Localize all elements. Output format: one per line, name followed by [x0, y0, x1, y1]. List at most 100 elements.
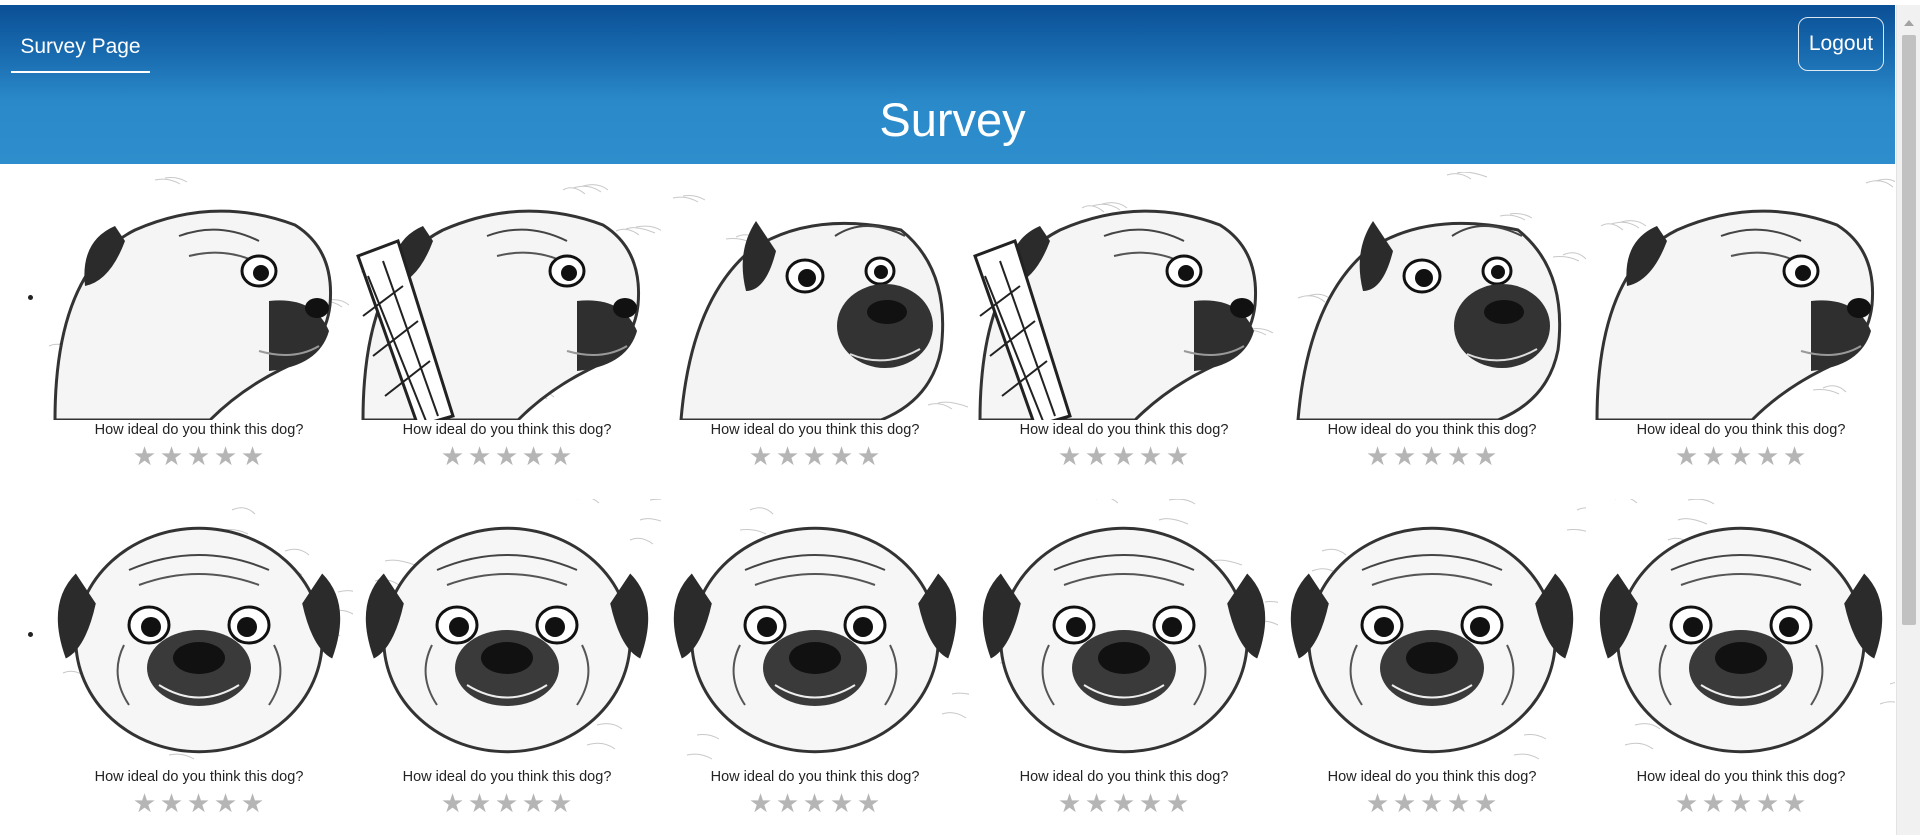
star-icon[interactable]: ★ [440, 790, 467, 816]
survey-question: How ideal do you think this dog? [1019, 422, 1229, 438]
star-icon[interactable]: ★ [1419, 790, 1446, 816]
dog-photo [353, 172, 661, 420]
star-icon[interactable]: ★ [856, 790, 883, 816]
star-icon[interactable]: ★ [1755, 443, 1782, 469]
star-icon[interactable]: ★ [829, 790, 856, 816]
star-icon[interactable]: ★ [1365, 443, 1392, 469]
star-icon[interactable]: ★ [1111, 790, 1138, 816]
star-icon[interactable]: ★ [494, 790, 521, 816]
survey-question: How ideal do you think this dog? [1636, 422, 1846, 438]
star-icon[interactable]: ★ [1084, 790, 1111, 816]
star-icon[interactable]: ★ [1419, 443, 1446, 469]
star-icon[interactable]: ★ [213, 790, 240, 816]
star-icon[interactable]: ★ [1084, 443, 1111, 469]
star-icon[interactable]: ★ [775, 790, 802, 816]
star-rating: ★ ★ ★ ★ ★ [353, 443, 661, 469]
star-icon[interactable]: ★ [1782, 443, 1809, 469]
star-icon[interactable]: ★ [159, 790, 186, 816]
star-icon[interactable]: ★ [1165, 790, 1192, 816]
survey-question: How ideal do you think this dog? [402, 769, 612, 785]
star-icon[interactable]: ★ [1111, 443, 1138, 469]
star-rating: ★ ★ ★ ★ ★ [1587, 443, 1895, 469]
star-icon[interactable]: ★ [1057, 790, 1084, 816]
star-icon[interactable]: ★ [548, 443, 575, 469]
star-icon[interactable]: ★ [1365, 790, 1392, 816]
star-icon[interactable]: ★ [1392, 443, 1419, 469]
star-rating: ★ ★ ★ ★ ★ [661, 443, 969, 469]
star-rating: ★ ★ ★ ★ ★ [45, 443, 353, 469]
star-rating: ★ ★ ★ ★ ★ [1587, 790, 1895, 816]
star-icon[interactable]: ★ [548, 790, 575, 816]
star-rating: ★ ★ ★ ★ ★ [661, 790, 969, 816]
star-rating: ★ ★ ★ ★ ★ [970, 790, 1278, 816]
star-icon[interactable]: ★ [1728, 443, 1755, 469]
vertical-scrollbar[interactable] [1896, 5, 1920, 835]
star-icon[interactable]: ★ [1674, 443, 1701, 469]
star-icon[interactable]: ★ [1392, 790, 1419, 816]
list-bullet [28, 295, 33, 300]
star-icon[interactable]: ★ [521, 790, 548, 816]
survey-question: How ideal do you think this dog? [1636, 769, 1846, 785]
dog-photo [970, 499, 1278, 765]
dog-photo [661, 172, 969, 420]
star-icon[interactable]: ★ [186, 790, 213, 816]
star-icon[interactable]: ★ [748, 790, 775, 816]
star-icon[interactable]: ★ [440, 443, 467, 469]
dog-photo [353, 499, 661, 765]
star-icon[interactable]: ★ [856, 443, 883, 469]
star-icon[interactable]: ★ [521, 443, 548, 469]
star-icon[interactable]: ★ [802, 790, 829, 816]
star-icon[interactable]: ★ [467, 790, 494, 816]
dog-photo [1278, 172, 1586, 420]
list-bullet [28, 632, 33, 637]
star-icon[interactable]: ★ [1701, 790, 1728, 816]
star-icon[interactable]: ★ [775, 443, 802, 469]
dog-photo [1587, 172, 1895, 420]
survey-question: How ideal do you think this dog? [710, 422, 920, 438]
star-rating: ★ ★ ★ ★ ★ [970, 443, 1278, 469]
star-icon[interactable]: ★ [1446, 443, 1473, 469]
survey-question: How ideal do you think this dog? [1327, 769, 1537, 785]
star-icon[interactable]: ★ [1138, 790, 1165, 816]
star-icon[interactable]: ★ [213, 443, 240, 469]
survey-question: How ideal do you think this dog? [1327, 422, 1537, 438]
star-icon[interactable]: ★ [1728, 790, 1755, 816]
survey-question: How ideal do you think this dog? [402, 422, 612, 438]
survey-question: How ideal do you think this dog? [1019, 769, 1229, 785]
star-icon[interactable]: ★ [1674, 790, 1701, 816]
star-rating: ★ ★ ★ ★ ★ [353, 790, 661, 816]
survey-question: How ideal do you think this dog? [94, 769, 304, 785]
star-icon[interactable]: ★ [1446, 790, 1473, 816]
star-icon[interactable]: ★ [1165, 443, 1192, 469]
star-icon[interactable]: ★ [467, 443, 494, 469]
star-icon[interactable]: ★ [1057, 443, 1084, 469]
star-icon[interactable]: ★ [1138, 443, 1165, 469]
star-icon[interactable]: ★ [240, 790, 267, 816]
dog-photo [1587, 499, 1895, 765]
survey-question: How ideal do you think this dog? [94, 422, 304, 438]
scrollbar-thumb[interactable] [1902, 35, 1916, 625]
star-icon[interactable]: ★ [186, 443, 213, 469]
star-icon[interactable]: ★ [802, 443, 829, 469]
star-icon[interactable]: ★ [1701, 443, 1728, 469]
star-icon[interactable]: ★ [240, 443, 267, 469]
star-icon[interactable]: ★ [494, 443, 521, 469]
dog-photo [45, 172, 353, 420]
star-rating: ★ ★ ★ ★ ★ [1278, 443, 1586, 469]
star-rating: ★ ★ ★ ★ ★ [1278, 790, 1586, 816]
star-icon[interactable]: ★ [1473, 443, 1500, 469]
star-icon[interactable]: ★ [159, 443, 186, 469]
dog-photo [661, 499, 969, 765]
star-icon[interactable]: ★ [1782, 790, 1809, 816]
dog-survey-grid: How ideal do you think this dog? ★ ★ ★ ★ ★ Ho… [0, 0, 1895, 835]
survey-question: How ideal do you think this dog? [710, 769, 920, 785]
star-icon[interactable]: ★ [829, 443, 856, 469]
star-icon[interactable]: ★ [1473, 790, 1500, 816]
star-icon[interactable]: ★ [132, 790, 159, 816]
dog-photo [45, 499, 353, 765]
star-icon[interactable]: ★ [132, 443, 159, 469]
star-icon[interactable]: ★ [748, 443, 775, 469]
dog-photo [970, 172, 1278, 420]
scroll-up-arrow-icon[interactable] [1904, 20, 1914, 26]
star-icon[interactable]: ★ [1755, 790, 1782, 816]
